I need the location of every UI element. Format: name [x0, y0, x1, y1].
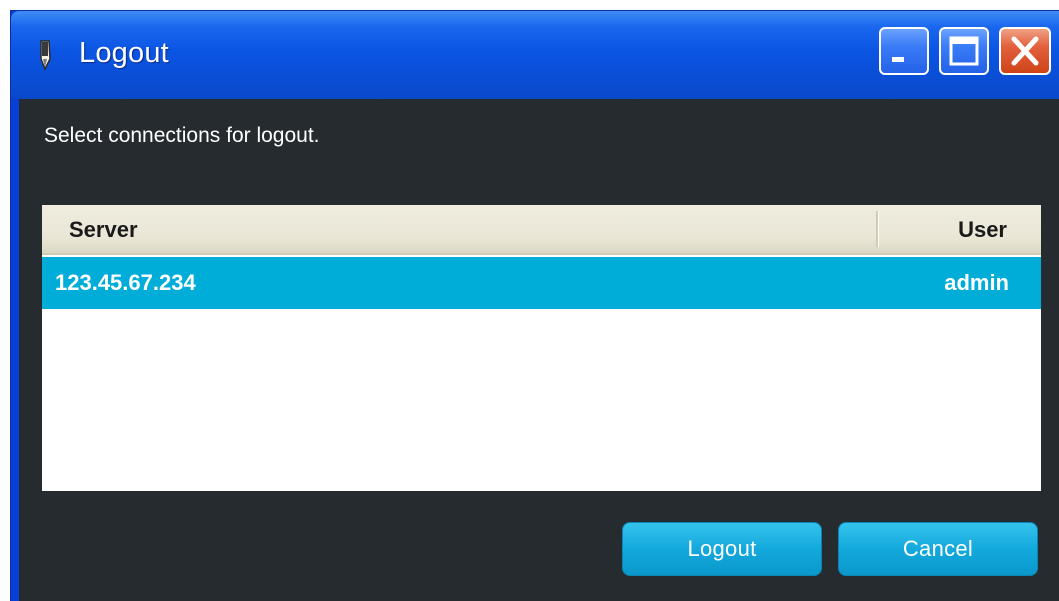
logout-dialog-window: Logout Select connections for logout. Se…: [10, 10, 1059, 601]
column-header-user[interactable]: User: [958, 217, 1007, 243]
minimize-button[interactable]: [879, 27, 929, 75]
connections-table[interactable]: Server User 123.45.67.234 admin: [42, 205, 1041, 491]
maximize-button[interactable]: [939, 27, 989, 75]
dialog-prompt: Select connections for logout.: [44, 124, 320, 147]
table-header: Server User: [42, 205, 1041, 255]
column-divider[interactable]: [876, 211, 879, 247]
logout-button[interactable]: Logout: [622, 522, 822, 576]
cell-server: 123.45.67.234: [55, 270, 196, 295]
window-title: Logout: [79, 37, 169, 69]
column-header-server[interactable]: Server: [69, 217, 138, 243]
table-row[interactable]: 123.45.67.234 admin: [42, 257, 1041, 309]
close-button[interactable]: [999, 27, 1051, 75]
cell-user: admin: [944, 270, 1009, 295]
close-icon: [1011, 36, 1039, 66]
pen-icon: [35, 39, 57, 73]
cancel-button[interactable]: Cancel: [838, 522, 1038, 576]
title-bar[interactable]: Logout: [11, 11, 1059, 99]
minimize-icon: [892, 57, 904, 62]
maximize-icon: [949, 36, 979, 66]
dialog-body: Select connections for logout. Server Us…: [19, 99, 1059, 601]
